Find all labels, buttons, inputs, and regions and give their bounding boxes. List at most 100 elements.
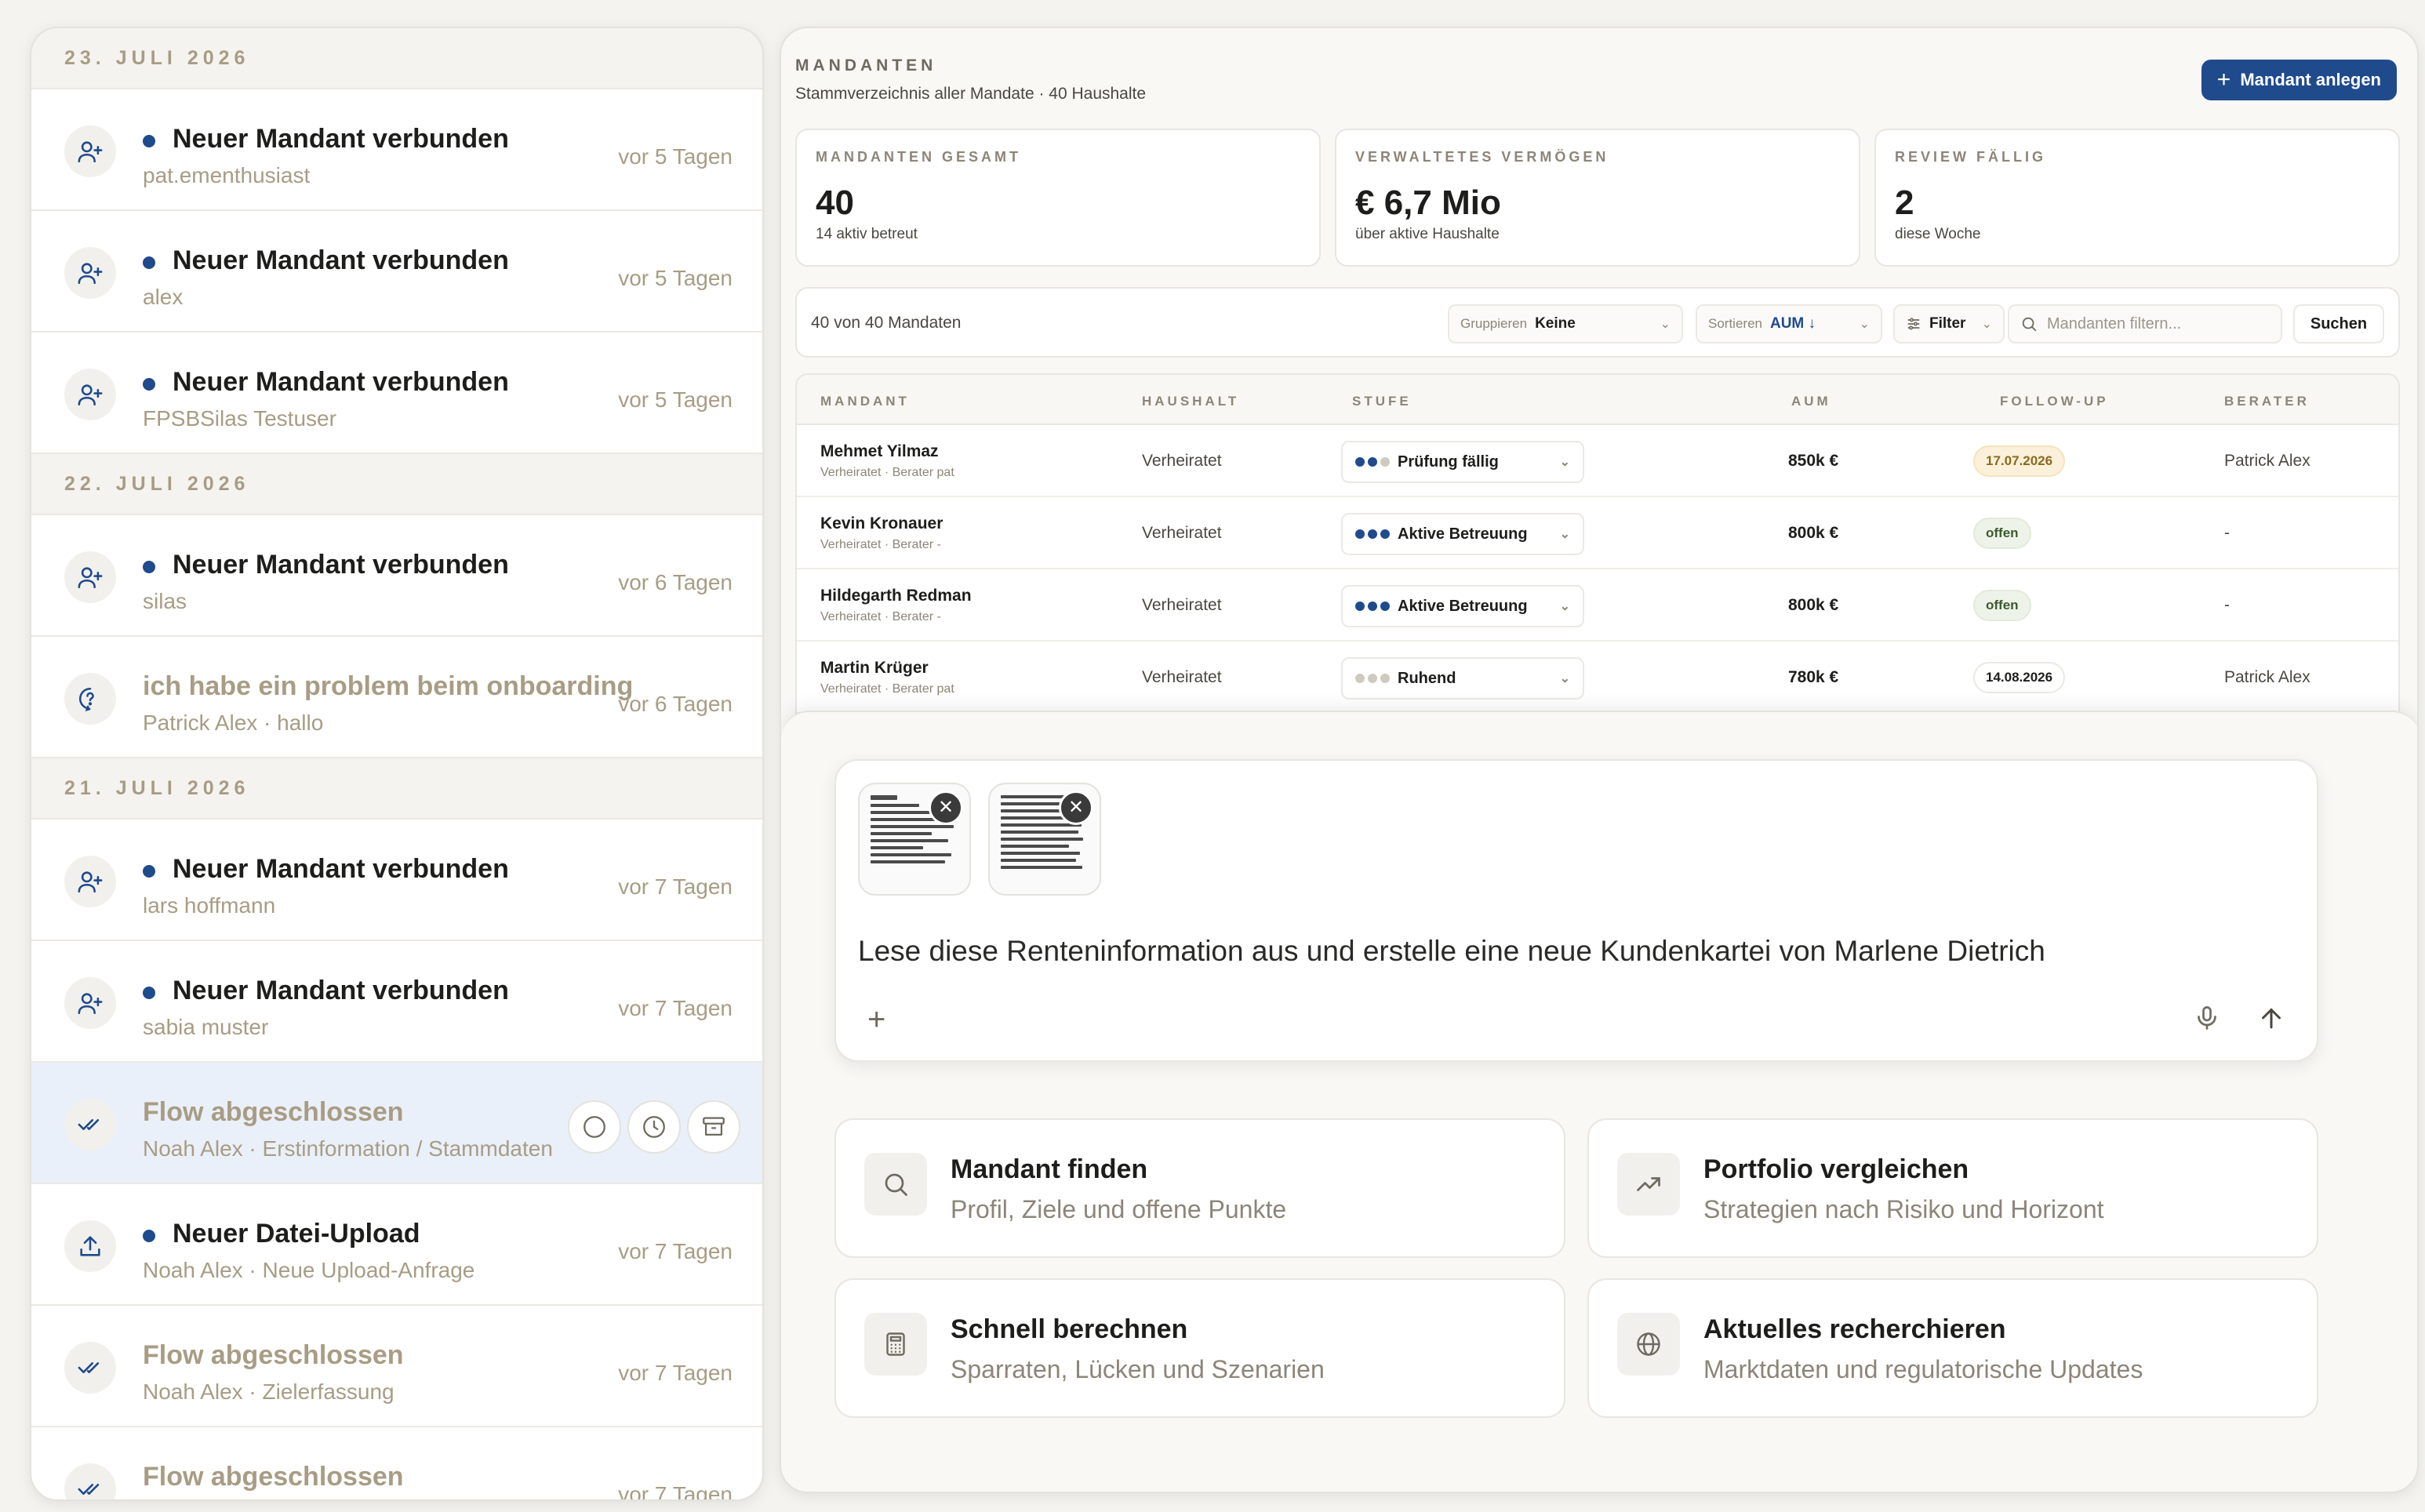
- chat-composer: ✕ ✕ Lese diese Renteninformation aus und…: [834, 759, 2318, 1062]
- chevron-down-icon: ⌄: [1559, 600, 1570, 613]
- notification-item[interactable]: Flow abgeschlossen Noah Alex · Zielerfas…: [31, 1306, 762, 1427]
- client-name[interactable]: Martin Krüger: [820, 659, 929, 678]
- notification-item[interactable]: Neuer Mandant verbunden lars hoffmann vo…: [31, 820, 762, 941]
- notification-item[interactable]: Neuer Mandant verbunden pat.ementhusiast…: [31, 89, 762, 211]
- advisor-cell: Patrick Alex: [2224, 668, 2310, 686]
- notification-subtitle: Noah Alex · Neue Upload-Anfrage: [143, 1258, 475, 1282]
- client-search-input[interactable]: [2047, 314, 2267, 333]
- remove-attachment-button[interactable]: ✕: [1059, 791, 1093, 825]
- suggestion-card[interactable]: Schnell berechnen Sparraten, Lücken und …: [834, 1278, 1565, 1418]
- suggestion-card[interactable]: Aktuelles recherchieren Marktdaten und r…: [1587, 1278, 2318, 1418]
- stat-sub: diese Woche: [1895, 226, 1981, 242]
- stats-row: MANDANTEN GESAMT 40 14 aktiv betreut VER…: [795, 129, 2400, 267]
- notification-item[interactable]: Neuer Mandant verbunden FPSBSilas Testus…: [31, 333, 762, 454]
- table-row[interactable]: Mehmet Yilmaz Verheiratet · Berater pat …: [797, 425, 2398, 497]
- stage-label: Aktive Betreuung: [1398, 597, 1528, 615]
- search-icon: [864, 1153, 927, 1216]
- aum-cell: 800k €: [1788, 524, 1839, 542]
- stage-select[interactable]: Ruhend ⌄: [1341, 657, 1584, 700]
- column-header[interactable]: AUM: [1791, 394, 1831, 409]
- notification-item[interactable]: Neuer Mandant verbunden silas vor 6 Tage…: [31, 515, 762, 637]
- mark-read-button[interactable]: [568, 1100, 621, 1154]
- result-count: 40 von 40 Mandaten: [811, 314, 962, 332]
- client-name[interactable]: Kevin Kronauer: [820, 514, 943, 533]
- sort-label: Sortieren: [1708, 316, 1762, 331]
- date-header: 22. JULI 2026: [31, 454, 762, 515]
- plus-icon: +: [2216, 67, 2231, 93]
- aum-cell: 850k €: [1788, 452, 1839, 470]
- stat-value: 2: [1895, 184, 1914, 222]
- notification-item[interactable]: ich habe ein problem beim onboarding Pat…: [31, 637, 762, 758]
- notification-time: vor 5 Tagen: [618, 387, 733, 412]
- chat-input[interactable]: Lese diese Renteninformation aus und ers…: [858, 935, 2045, 968]
- notification-title: Flow abgeschlossen: [143, 1340, 404, 1370]
- notification-title: Flow abgeschlossen: [143, 1462, 404, 1492]
- chevron-down-icon: ⌄: [1981, 318, 1992, 331]
- notification-title: Neuer Mandant verbunden: [173, 550, 509, 580]
- group-select[interactable]: Gruppieren Keine ⌄: [1448, 304, 1683, 343]
- suggestion-desc: Profil, Ziele und offene Punkte: [951, 1195, 1287, 1223]
- sort-select[interactable]: Sortieren AUM ↓ ⌄: [1696, 304, 1882, 343]
- attachment-thumbnail[interactable]: ✕: [988, 783, 1101, 896]
- notification-item-hovered[interactable]: Flow abgeschlossen Noah Alex · Erstinfor…: [31, 1063, 762, 1184]
- notification-title: Neuer Mandant verbunden: [173, 367, 509, 397]
- stage-select[interactable]: Aktive Betreuung ⌄: [1341, 585, 1584, 627]
- stage-select[interactable]: Aktive Betreuung ⌄: [1341, 513, 1584, 555]
- stat-sub: über aktive Haushalte: [1355, 226, 1500, 242]
- notification-item[interactable]: Neuer Mandant verbunden alex vor 5 Tagen: [31, 211, 762, 333]
- stat-label: VERWALTETES VERMÖGEN: [1355, 149, 1609, 165]
- notification-subtitle: alex: [143, 285, 184, 309]
- notification-time: vor 6 Tagen: [618, 570, 733, 594]
- search-button[interactable]: Suchen: [2293, 304, 2384, 343]
- table-row[interactable]: Martin Krüger Verheiratet · Berater pat …: [797, 642, 2398, 714]
- suggestion-title: Portfolio vergleichen: [1703, 1154, 1969, 1184]
- suggestion-desc: Marktdaten und regulatorische Updates: [1703, 1355, 2143, 1383]
- group-label: Gruppieren: [1460, 316, 1528, 331]
- client-name[interactable]: Hildegarth Redman: [820, 587, 972, 605]
- add-client-button[interactable]: + Mandant anlegen: [2201, 60, 2397, 100]
- notification-time: vor 7 Tagen: [618, 996, 733, 1020]
- attachment-thumbnail[interactable]: ✕: [858, 783, 971, 896]
- notification-time: vor 7 Tagen: [618, 1361, 733, 1385]
- notification-title: Neuer Mandant verbunden: [173, 976, 509, 1005]
- suggestion-card[interactable]: Mandant finden Profil, Ziele und offene …: [834, 1118, 1565, 1258]
- filter-button[interactable]: Filter ⌄: [1893, 304, 2005, 343]
- client-name[interactable]: Mehmet Yilmaz: [820, 442, 939, 461]
- snooze-button[interactable]: [627, 1100, 681, 1154]
- stat-card-total: MANDANTEN GESAMT 40 14 aktiv betreut: [795, 129, 1321, 267]
- stat-value: 40: [816, 184, 854, 222]
- column-header[interactable]: STUFE: [1352, 394, 1412, 409]
- notification-item[interactable]: Neuer Mandant verbunden sabia muster vor…: [31, 941, 762, 1063]
- suggestion-card[interactable]: Portfolio vergleichen Strategien nach Ri…: [1587, 1118, 2318, 1258]
- household-cell: Verheiratet: [1142, 452, 1222, 470]
- notification-subtitle: lars hoffmann: [143, 893, 276, 918]
- microphone-icon[interactable]: [2193, 1004, 2221, 1032]
- column-header[interactable]: BERATER: [2224, 394, 2310, 409]
- stage-dots: [1355, 602, 1390, 611]
- clock-icon: [643, 1116, 665, 1138]
- stage-label: Ruhend: [1398, 669, 1456, 687]
- page-subtitle: Stammverzeichnis aller Mandate · 40 Haus…: [795, 85, 1147, 103]
- archive-icon: [703, 1117, 725, 1136]
- send-arrow-icon[interactable]: [2257, 1004, 2285, 1032]
- column-header[interactable]: MANDANT: [820, 394, 910, 409]
- column-header[interactable]: HAUSHALT: [1142, 394, 1239, 409]
- stage-label: Prüfung fällig: [1398, 453, 1499, 471]
- client-search: [2008, 304, 2282, 343]
- advisor-cell: -: [2224, 524, 2230, 542]
- table-row[interactable]: Kevin Kronauer Verheiratet · Berater - V…: [797, 497, 2398, 569]
- archive-button[interactable]: [687, 1100, 740, 1154]
- double-check-icon: [64, 1099, 116, 1150]
- stage-select[interactable]: Prüfung fällig ⌄: [1341, 441, 1584, 483]
- suggestion-desc: Strategien nach Risiko und Horizont: [1703, 1195, 2104, 1223]
- notification-subtitle: FPSBSilas Testuser: [143, 406, 336, 431]
- notification-item[interactable]: Flow abgeschlossen vor 7 Tagen: [31, 1427, 762, 1499]
- stat-card-review: REVIEW FÄLLIG 2 diese Woche: [1874, 129, 2400, 267]
- add-attachment-button[interactable]: +: [867, 1004, 885, 1035]
- notification-time: vor 5 Tagen: [618, 144, 733, 169]
- table-header: MANDANT HAUSHALT STUFE AUM FOLLOW-UP BER…: [797, 375, 2398, 425]
- notification-item[interactable]: Neuer Datei-Upload Noah Alex · Neue Uplo…: [31, 1184, 762, 1306]
- table-row[interactable]: Hildegarth Redman Verheiratet · Berater …: [797, 569, 2398, 642]
- remove-attachment-button[interactable]: ✕: [929, 791, 963, 825]
- column-header[interactable]: FOLLOW-UP: [2000, 394, 2109, 409]
